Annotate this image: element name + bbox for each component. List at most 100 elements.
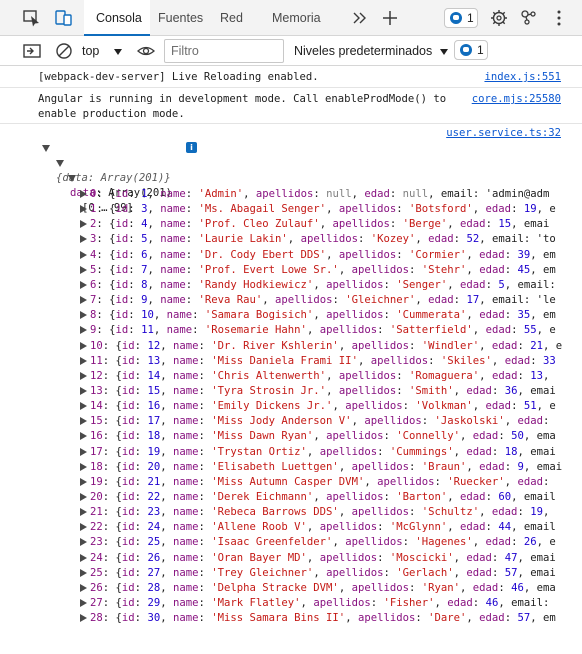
message-source-link[interactable]: core.mjs:25580 <box>472 92 561 107</box>
issues-badge[interactable]: 1 <box>444 8 478 28</box>
item-edad: 44 <box>498 521 512 534</box>
console-log-entry: user.service.ts:32 {data: Array(201)} i … <box>0 124 582 654</box>
expand-triangle-icon[interactable] <box>80 447 87 456</box>
expand-triangle-icon[interactable] <box>80 265 87 274</box>
expand-triangle-icon[interactable] <box>80 568 87 577</box>
expand-triangle-icon[interactable] <box>68 175 76 182</box>
item-apellidos: 'Dare' <box>428 612 467 625</box>
console-filterbar: top Niveles predeterminados 1 <box>0 36 582 66</box>
expand-triangle-icon[interactable] <box>80 462 87 471</box>
item-rest: , <box>542 506 550 519</box>
expand-triangle-icon[interactable] <box>80 341 87 350</box>
expand-triangle-icon[interactable] <box>80 371 87 380</box>
item-rest: , em <box>530 248 556 261</box>
item-name: 'Rosemarie Hahn' <box>204 324 307 337</box>
expand-triangle-icon[interactable] <box>80 356 87 365</box>
item-apellidos: 'Ruecker' <box>447 475 505 488</box>
item-rest: , emai <box>517 566 556 579</box>
item-id: 27 <box>147 566 161 579</box>
filter-issues-badge[interactable]: 1 <box>454 40 488 60</box>
clear-console-icon[interactable] <box>54 41 74 61</box>
connections-icon[interactable] <box>519 8 539 28</box>
item-id: 13 <box>147 354 161 367</box>
expand-triangle-icon[interactable] <box>80 220 87 229</box>
expand-triangle-icon[interactable] <box>80 477 87 486</box>
issues-icon <box>450 12 462 24</box>
item-name: 'Dr. Cody Ebert DDS' <box>198 248 327 261</box>
tab-network[interactable]: Red <box>220 0 243 36</box>
expand-triangle-icon[interactable] <box>80 538 87 547</box>
item-edad: 17 <box>466 294 480 307</box>
expand-triangle-icon[interactable] <box>80 235 87 244</box>
expand-triangle-icon[interactable] <box>80 583 87 592</box>
issues-count: 1 <box>467 11 474 25</box>
expand-triangle-icon[interactable] <box>80 250 87 259</box>
expand-triangle-icon[interactable] <box>80 493 87 501</box>
settings-gear-icon[interactable] <box>489 8 509 28</box>
device-emulation-icon[interactable] <box>54 8 74 28</box>
item-rest: , emai <box>517 551 556 564</box>
item-index: 25 <box>90 566 103 579</box>
inspect-element-icon[interactable] <box>22 8 42 28</box>
item-id: 20 <box>147 460 161 473</box>
expand-triangle-icon[interactable] <box>80 280 87 289</box>
expand-triangle-icon[interactable] <box>80 599 87 608</box>
tab-console[interactable]: Consola <box>84 0 150 36</box>
item-edad: 51 <box>523 400 537 413</box>
tab-memory[interactable]: Memoria <box>272 0 321 36</box>
message-source-link[interactable]: user.service.ts:32 <box>446 126 561 141</box>
item-edad: 33 <box>542 354 556 367</box>
live-expression-eye-icon[interactable] <box>136 41 156 61</box>
expand-triangle-icon[interactable] <box>80 402 87 411</box>
log-levels-dropdown[interactable]: Niveles predeterminados <box>294 41 449 61</box>
item-name: 'Emily Dickens Jr.' <box>211 400 333 413</box>
expand-triangle-icon[interactable] <box>80 311 87 320</box>
item-index: 11 <box>90 354 103 367</box>
item-index: 13 <box>90 384 103 397</box>
item-id: 14 <box>147 369 161 382</box>
issues-icon <box>460 44 472 56</box>
expand-triangle-icon[interactable] <box>42 145 50 152</box>
item-apellidos: null <box>326 188 352 200</box>
item-id: 11 <box>141 324 154 337</box>
expand-triangle-icon[interactable] <box>80 190 87 198</box>
item-apellidos: 'Romaguera' <box>409 369 480 382</box>
range-group-row[interactable]: [0 … 99] <box>68 171 133 214</box>
expand-triangle-icon[interactable] <box>80 432 87 441</box>
item-name: 'Derek Eichmann' <box>211 491 314 503</box>
expand-triangle-icon[interactable] <box>80 417 87 426</box>
item-edad: 13 <box>530 369 543 382</box>
expand-triangle-icon[interactable] <box>80 296 87 305</box>
item-name: 'Laurie Lakin' <box>198 233 288 246</box>
item-index: 15 <box>90 415 103 428</box>
item-edad: 19 <box>530 506 543 519</box>
expand-triangle-icon[interactable] <box>80 614 87 623</box>
item-index: 14 <box>90 400 103 413</box>
data-property-row[interactable]: data: Array(201) <box>56 156 172 199</box>
more-options-icon[interactable] <box>549 8 569 28</box>
item-rest: , email <box>511 521 556 534</box>
root-object-row[interactable]: {data: Array(201)} i <box>42 141 197 184</box>
expand-triangle-icon[interactable] <box>80 508 87 517</box>
item-apellidos: 'Kozey' <box>370 233 416 246</box>
expand-triangle-icon[interactable] <box>80 205 87 214</box>
item-id: 28 <box>147 581 161 594</box>
tab-sources[interactable]: Fuentes <box>158 0 203 36</box>
expand-triangle-icon[interactable] <box>80 523 87 532</box>
item-rest: , emai <box>517 384 556 397</box>
expand-triangle-icon[interactable] <box>80 386 87 395</box>
item-index: 24 <box>90 551 103 564</box>
item-name: 'Tyra Strosin Jr.' <box>211 384 327 397</box>
expand-triangle-icon[interactable] <box>56 160 64 167</box>
more-tabs-icon[interactable] <box>350 8 370 28</box>
filter-input[interactable] <box>164 39 284 63</box>
expand-triangle-icon[interactable] <box>80 553 87 562</box>
message-source-link[interactable]: index.js:551 <box>484 70 561 85</box>
expand-triangle-icon[interactable] <box>80 326 87 335</box>
item-edad: 57 <box>517 612 531 625</box>
toggle-sidebar-icon[interactable] <box>22 41 42 61</box>
item-index: 17 <box>90 445 103 458</box>
item-name: 'Admin' <box>198 188 244 200</box>
add-tab-icon[interactable] <box>380 8 400 28</box>
context-selector[interactable]: top <box>82 41 128 61</box>
